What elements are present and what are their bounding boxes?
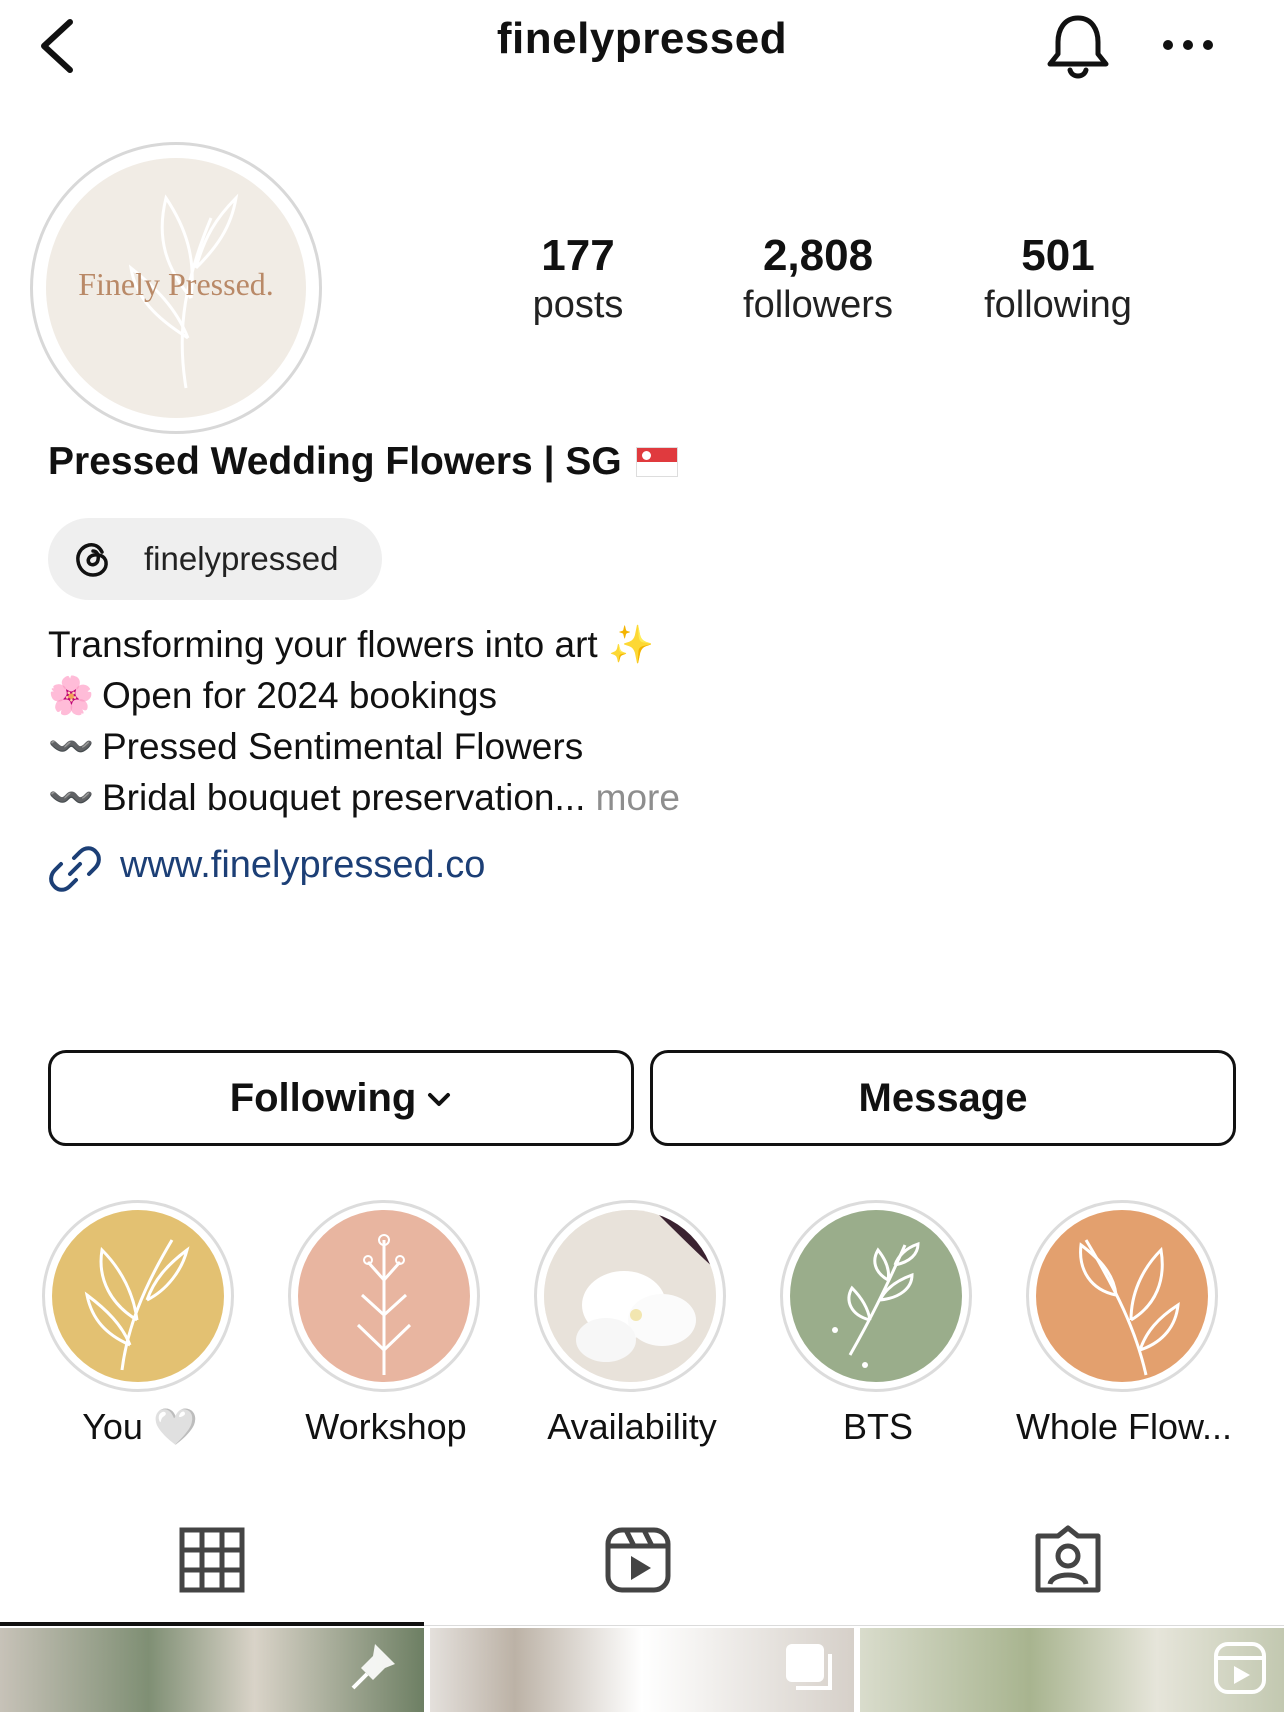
leaf-branch-icon (832, 1241, 920, 1368)
stat-followers-label: followers (743, 284, 893, 326)
flower-sprig-icon (356, 1234, 412, 1375)
sparkles-icon: ✨ (608, 624, 655, 665)
bio-line-2: 🌸 Open for 2024 bookings (48, 675, 497, 718)
singapore-flag-icon (635, 447, 678, 477)
post-thumbnail[interactable] (860, 1628, 1284, 1712)
leaf-icon (1079, 1239, 1180, 1376)
profile-name-text: Pressed Wedding Flowers | SG (48, 440, 622, 483)
stat-followers[interactable]: 2,808 followers (708, 230, 928, 328)
highlight-label: You 🤍 (82, 1406, 198, 1447)
bio-line-4: 〰️ Bridal bouquet preservation... more (48, 777, 680, 820)
cherry-blossom-icon: 🌸 (48, 675, 95, 716)
avatar-logo-text: Finely Pressed. (78, 266, 274, 302)
message-button-label: Message (858, 1076, 1028, 1120)
reels-icon[interactable] (602, 1524, 674, 1596)
following-button-label: Following (229, 1076, 417, 1120)
bell-icon[interactable] (1040, 8, 1116, 84)
stat-posts[interactable]: 177 posts (468, 230, 688, 328)
pin-icon (351, 1644, 395, 1690)
highlight-cover (1036, 1210, 1208, 1382)
highlight-label: Availability (547, 1406, 717, 1447)
wavy-dash-icon: 〰️ (48, 777, 95, 818)
stat-following[interactable]: 501 following (948, 230, 1168, 328)
post-thumbnail[interactable] (430, 1628, 854, 1712)
threads-badge[interactable]: finelypressed (48, 518, 382, 600)
reel-badge-icon (1214, 1642, 1266, 1694)
multiple-posts-icon (786, 1644, 832, 1690)
stat-following-label: following (984, 284, 1132, 326)
post-thumbnail[interactable] (0, 1628, 424, 1712)
chevron-down-icon (428, 1093, 451, 1107)
more-dots-icon[interactable] (1160, 20, 1216, 70)
stat-posts-value: 177 (541, 231, 615, 280)
threads-icon (76, 543, 108, 577)
stat-posts-label: posts (532, 284, 624, 326)
active-tab-indicator (0, 1622, 424, 1626)
highlight-label: BTS (842, 1406, 913, 1447)
avatar[interactable]: Finely Pressed. (46, 158, 306, 418)
highlight-label: Workshop (305, 1406, 467, 1447)
bio-line-3-text: Pressed Sentimental Flowers (102, 726, 584, 767)
highlight-label: Whole Flow... (1015, 1406, 1233, 1447)
orchid-photo-icon (544, 1210, 716, 1382)
bio-line-1: Transforming your flowers into art ✨ (48, 624, 654, 667)
following-button[interactable]: Following (48, 1050, 634, 1146)
stat-following-value: 501 (1021, 231, 1095, 280)
website-url: www.finelypressed.co (120, 844, 486, 886)
bio-line-2-text: Open for 2024 bookings (102, 675, 497, 716)
highlight-cover (52, 1210, 224, 1382)
bio-line-1-text: Transforming your flowers into art (48, 624, 598, 665)
highlight-cover (298, 1210, 470, 1382)
highlight-cover (790, 1210, 962, 1382)
threads-handle: finelypressed (144, 540, 339, 577)
grid-icon[interactable] (176, 1524, 248, 1596)
wavy-dash-icon: 〰️ (48, 726, 95, 767)
highlight-cover (544, 1210, 716, 1382)
bio-line-3: 〰️ Pressed Sentimental Flowers (48, 726, 583, 769)
leaf-icon (84, 1239, 190, 1371)
stat-followers-value: 2,808 (762, 231, 874, 280)
link-icon (49, 846, 101, 892)
message-button[interactable]: Message (650, 1050, 1236, 1146)
bio-more-link[interactable]: more (596, 777, 680, 818)
bio-line-4-text: Bridal bouquet preservation... (102, 777, 586, 818)
tagged-icon[interactable] (1032, 1524, 1104, 1596)
profile-name: Pressed Wedding Flowers | SG (48, 440, 678, 484)
